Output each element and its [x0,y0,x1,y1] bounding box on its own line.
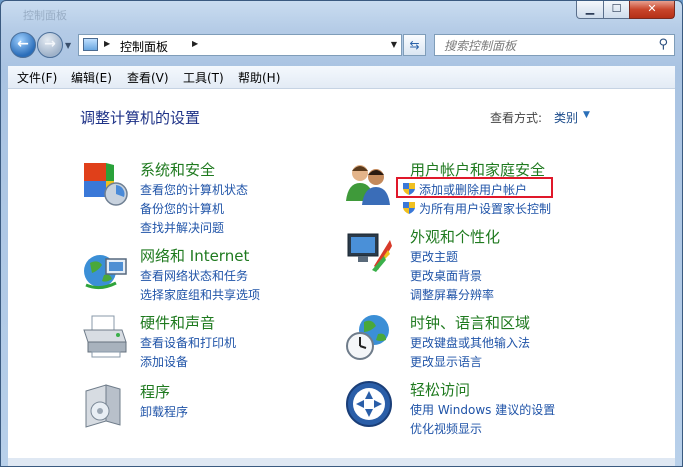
title-bar[interactable]: 控制面板 ▁ ☐ ✕ [1,1,682,27]
link-backup-computer[interactable]: 备份您的计算机 [140,200,224,217]
history-dropdown-icon[interactable]: ▼ [65,41,71,50]
main-content: 调整计算机的设置 查看方式: 类别 ▼ 系统和安全 查看您的计算机状态 备份您的… [8,89,675,458]
breadcrumb-separator-icon[interactable]: ▶ [104,39,110,48]
forward-arrow-icon: → [44,36,56,52]
control-panel-icon [83,38,98,51]
view-by-dropdown[interactable]: 类别 [554,109,578,126]
menu-view[interactable]: 查看(V) [127,69,169,86]
category-title[interactable]: 系统和安全 [140,159,215,180]
forward-button[interactable]: → [37,32,63,58]
uac-shield-icon [403,202,415,214]
link-homegroup-sharing[interactable]: 选择家庭组和共享选项 [140,286,260,303]
search-icon[interactable]: ⚲ [658,37,668,52]
link-troubleshoot[interactable]: 查找并解决问题 [140,219,224,236]
minimize-button[interactable]: ▁ [576,1,604,19]
link-add-device[interactable]: 添加设备 [140,353,188,370]
link-devices-printers[interactable]: 查看设备和打印机 [140,334,236,351]
highlight-box [396,177,553,198]
category-title[interactable]: 网络和 Internet [140,245,249,266]
link-change-keyboard-input[interactable]: 更改键盘或其他输入法 [410,334,530,351]
link-change-desktop-background[interactable]: 更改桌面背景 [410,267,482,284]
link-network-status[interactable]: 查看网络状态和任务 [140,267,248,284]
maximize-button[interactable]: ☐ [603,1,630,19]
control-panel-window: 控制面板 ▁ ☐ ✕ ← → ▼ ▶ 控制面板 ▶ ▼ ⇆ ⚲ 文件(F) 编辑… [0,0,683,467]
category-title[interactable]: 时钟、语言和区域 [410,312,530,333]
breadcrumb-separator-icon[interactable]: ▶ [192,39,198,48]
menu-edit[interactable]: 编辑(E) [71,69,112,86]
back-button[interactable]: ← [10,32,36,58]
close-button[interactable]: ✕ [629,1,675,19]
page-title: 调整计算机的设置 [80,109,201,127]
category-title[interactable]: 轻松访问 [410,379,470,400]
search-box: ⚲ [434,34,675,57]
menu-tools[interactable]: 工具(T) [183,69,224,86]
view-by-label: 查看方式: [490,111,543,125]
users-icon[interactable] [344,159,394,209]
menu-bar: 文件(F) 编辑(E) 查看(V) 工具(T) 帮助(H) [8,66,675,89]
navigation-bar: ← → ▼ ▶ 控制面板 ▶ ▼ ⇆ ⚲ [1,29,682,63]
link-adjust-resolution[interactable]: 调整屏幕分辨率 [410,286,494,303]
link-change-theme[interactable]: 更改主题 [410,248,458,265]
printer-icon[interactable] [80,312,130,362]
search-input[interactable] [435,35,656,57]
category-title[interactable]: 硬件和声音 [140,312,215,333]
refresh-icon: ⇆ [409,38,420,52]
clock-globe-icon[interactable] [344,312,394,362]
refresh-button[interactable]: ⇆ [403,34,426,56]
network-globe-icon[interactable] [80,245,130,295]
appearance-monitor-icon[interactable] [344,226,394,276]
link-uninstall-program[interactable]: 卸载程序 [140,403,188,420]
address-dropdown-icon[interactable]: ▼ [391,40,397,49]
programs-box-icon[interactable] [80,381,130,431]
breadcrumb-control-panel[interactable]: 控制面板 [120,38,168,55]
link-change-display-language[interactable]: 更改显示语言 [410,353,482,370]
security-shield-icon[interactable] [80,159,130,209]
link-optimize-visual-display[interactable]: 优化视频显示 [410,420,482,437]
link-text[interactable]: 为所有用户设置家长控制 [419,202,551,216]
address-bar[interactable]: ▶ 控制面板 ▶ ▼ [78,34,402,56]
category-title[interactable]: 程序 [140,381,170,402]
view-dropdown-arrow-icon[interactable]: ▼ [583,110,590,120]
window-bottom-edge [8,458,675,466]
back-arrow-icon: ← [17,36,29,52]
link-view-computer-status[interactable]: 查看您的计算机状态 [140,181,248,198]
menu-help[interactable]: 帮助(H) [238,69,280,86]
ease-of-access-icon[interactable] [344,379,394,429]
link-windows-recommended-settings[interactable]: 使用 Windows 建议的设置 [410,401,555,418]
menu-file[interactable]: 文件(F) [17,69,57,86]
window-title: 控制面板 [23,9,67,22]
link-parental-controls[interactable]: 为所有用户设置家长控制 [402,200,551,217]
category-title[interactable]: 外观和个性化 [410,226,500,247]
